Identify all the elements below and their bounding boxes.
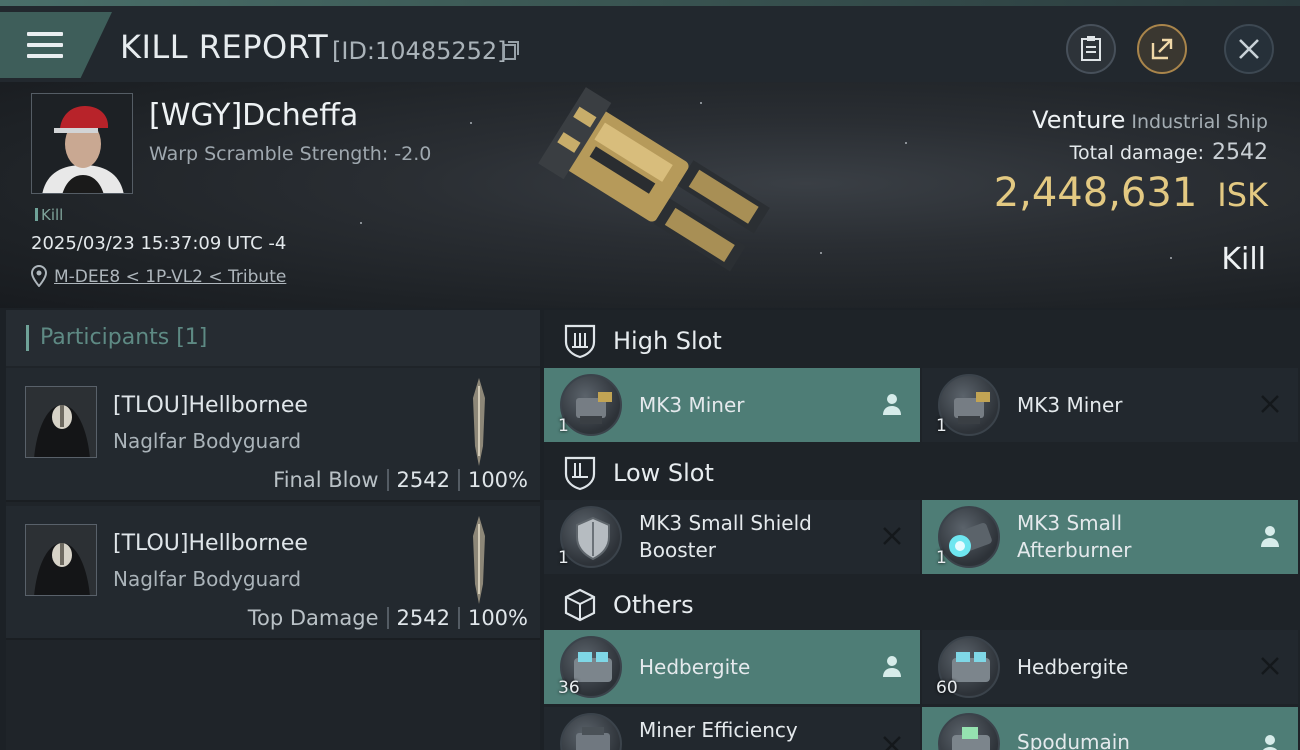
others-header: Others	[544, 576, 1300, 634]
victim-avatar[interactable]	[31, 93, 133, 194]
high-slot-icon	[564, 324, 596, 359]
cargo-item[interactable]: Spodumain	[922, 707, 1298, 750]
participants-header: Participants [1]	[6, 310, 540, 366]
victim-name[interactable]: [WGY]Dcheffa	[149, 98, 358, 133]
participants-title: Participants [1]	[40, 325, 208, 350]
module-item[interactable]: 1 MK3 Miner	[922, 368, 1298, 442]
clipboard-icon	[1081, 36, 1101, 61]
person-icon	[883, 656, 901, 677]
person-icon	[1261, 526, 1279, 547]
participant-stats: Top Damage 2542 100%	[247, 606, 528, 630]
participant-name: [TLOU]Hellbornee	[113, 393, 308, 418]
kill-tag: Kill	[35, 206, 63, 224]
x-icon	[1261, 395, 1279, 413]
participant-stats: Final Blow 2542 100%	[273, 468, 528, 492]
low-slot-header: Low Slot	[544, 444, 1300, 502]
kill-id: [ID:10485252]	[332, 37, 507, 65]
miner-icon	[938, 374, 1000, 436]
participant-ship: Naglfar Bodyguard	[113, 429, 302, 453]
ship-name[interactable]: Venture Industrial Ship	[1032, 106, 1268, 134]
participant-ship-icon	[473, 378, 485, 466]
module-item[interactable]: 1 MK3 Small Afterburner	[922, 500, 1298, 574]
cargo-item[interactable]: Miner Efficiency	[544, 707, 920, 750]
result-label: Kill	[1221, 242, 1266, 277]
close-icon	[1239, 39, 1259, 59]
share-button[interactable]	[1137, 24, 1187, 74]
close-button[interactable]	[1224, 24, 1274, 74]
participant-ship: Naglfar Bodyguard	[113, 567, 302, 591]
afterburner-icon	[938, 506, 1000, 568]
victim-panel: [WGY]Dcheffa Warp Scramble Strength: -2.…	[0, 82, 1300, 308]
ore-icon	[938, 713, 1000, 750]
page-title: KILL REPORT	[120, 28, 329, 66]
low-slot-icon	[564, 456, 596, 491]
participant-avatar	[25, 524, 97, 596]
kill-datetime: 2025/03/23 15:37:09 UTC -4	[31, 233, 287, 254]
miner-icon	[560, 374, 622, 436]
kill-location-link[interactable]: M-DEE8 < 1P-VL2 < Tribute	[54, 267, 286, 287]
cube-icon	[564, 588, 596, 622]
total-damage: Total damage: 2542	[1069, 140, 1268, 165]
module-item[interactable]: 1 MK3 Small Shield Booster	[544, 500, 920, 574]
report-button[interactable]	[1066, 24, 1116, 74]
participant-name: [TLOU]Hellbornee	[113, 531, 308, 556]
participant-row[interactable]: [TLOU]Hellbornee Naglfar Bodyguard Final…	[6, 368, 540, 502]
cargo-item[interactable]: 36 Hedbergite	[544, 630, 920, 704]
shield-booster-icon	[560, 506, 622, 568]
x-icon	[883, 736, 901, 750]
menu-button[interactable]	[0, 12, 112, 78]
warp-scramble-strength: Warp Scramble Strength: -2.0	[149, 143, 432, 165]
share-icon	[1151, 38, 1173, 60]
x-icon	[883, 527, 901, 545]
x-icon	[1261, 657, 1279, 675]
person-icon	[883, 394, 901, 415]
location-pin-icon	[31, 265, 47, 287]
high-slot-header: High Slot	[544, 312, 1300, 370]
participant-avatar	[25, 386, 97, 458]
header-bar: KILL REPORT [ID:10485252]	[0, 6, 1300, 82]
module-icon	[560, 713, 622, 750]
ship-image	[538, 87, 770, 272]
isk-value: 2,448,631 ISK	[993, 170, 1268, 216]
person-icon	[1262, 735, 1278, 750]
copy-icon[interactable]	[503, 41, 520, 61]
participant-ship-icon	[473, 516, 485, 604]
module-item[interactable]: 1 MK3 Miner	[544, 368, 920, 442]
ship-class: Industrial Ship	[1131, 111, 1268, 133]
fitting-panel: High Slot 1 MK3 Miner 1 MK3 Miner Low Sl…	[544, 310, 1300, 750]
participant-row[interactable]: [TLOU]Hellbornee Naglfar Bodyguard Top D…	[6, 506, 540, 640]
cargo-item[interactable]: 60 Hedbergite	[922, 630, 1298, 704]
hamburger-icon	[27, 32, 63, 62]
participants-panel: Participants [1] [TLOU]Hellbornee Naglfa…	[6, 310, 540, 750]
